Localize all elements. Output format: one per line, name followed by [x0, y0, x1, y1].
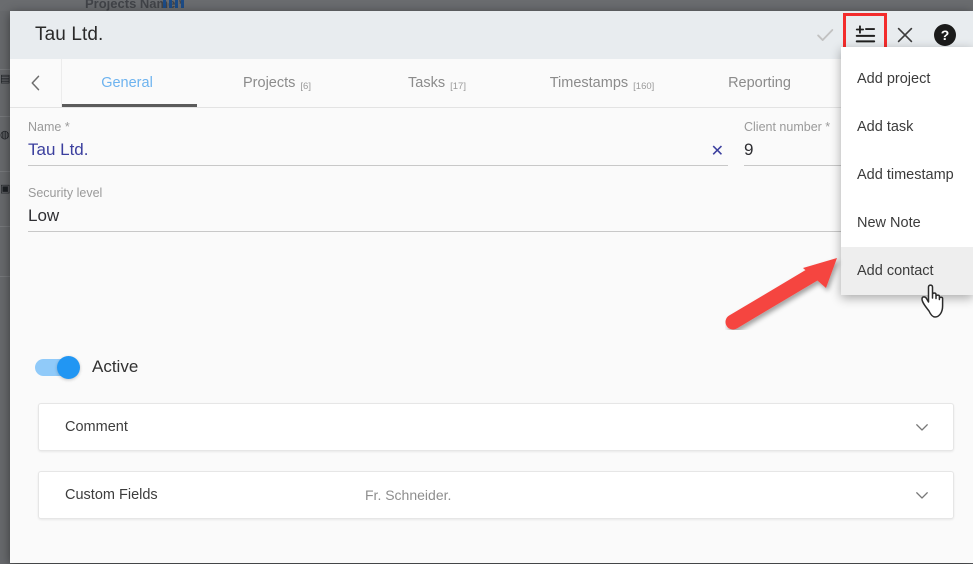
field-security-level-row[interactable]: Low: [28, 206, 934, 232]
panel-custom-fields-title: Custom Fields: [65, 487, 365, 503]
field-security-level-label: Security level: [28, 186, 934, 200]
background-bar-4: [181, 0, 184, 8]
background-sidebar-rail: ▤ ◍ ▣: [0, 11, 10, 564]
tab-label: General: [101, 75, 153, 91]
screen: Projects Name * ▤ ◍ ▣ Tau Ltd.: [0, 0, 973, 564]
panel-comment-title: Comment: [65, 419, 365, 435]
field-name: Name * Tau Ltd. ✕: [28, 120, 728, 166]
background-topbar: Projects Name *: [0, 0, 973, 11]
entity-detail-dialog: Tau Ltd.: [10, 11, 973, 563]
clear-name-icon[interactable]: ✕: [707, 144, 728, 160]
tab-count: [6]: [300, 81, 311, 92]
menu-item-label: Add task: [857, 119, 913, 135]
dialog-header: Tau Ltd.: [10, 11, 973, 59]
field-name-row[interactable]: Tau Ltd. ✕: [28, 140, 728, 166]
tab-tasks[interactable]: Tasks [17]: [357, 59, 517, 107]
confirm-button[interactable]: [805, 15, 845, 55]
security-level-input[interactable]: Low: [28, 206, 934, 226]
tab-label: Timestamps: [550, 75, 628, 91]
background-bar-3: [175, 0, 178, 8]
active-toggle[interactable]: [35, 359, 79, 376]
active-toggle-row: Active: [35, 357, 138, 377]
form-body: Name * Tau Ltd. ✕ Client number * 9 Secu…: [10, 108, 973, 563]
tab-label: Reporting: [728, 75, 791, 91]
page-title: Tau Ltd.: [35, 24, 103, 46]
panel-comment[interactable]: Comment: [38, 403, 954, 451]
back-button[interactable]: [10, 59, 62, 107]
tab-projects[interactable]: Projects [6]: [197, 59, 357, 107]
add-list-icon: [854, 24, 876, 46]
chevron-down-icon[interactable]: [913, 418, 931, 436]
background-bar-2: [169, 0, 172, 8]
tab-count: [160]: [633, 81, 654, 92]
background-rail-icon-1: ▤: [0, 73, 10, 85]
menu-item-label: Add timestamp: [857, 167, 954, 183]
menu-item-label: Add project: [857, 71, 930, 87]
close-icon: [894, 24, 916, 46]
menu-item-new-note[interactable]: New Note: [841, 199, 973, 247]
menu-item-add-project[interactable]: Add project: [841, 55, 973, 103]
toggle-knob: [57, 356, 80, 379]
menu-item-add-contact[interactable]: Add contact: [841, 247, 973, 295]
tab-list: General Projects [6] Tasks [17] Timestam…: [62, 59, 837, 107]
tab-general[interactable]: General: [62, 59, 197, 107]
name-input[interactable]: Tau Ltd.: [28, 140, 707, 160]
chevron-left-icon: [26, 73, 46, 93]
menu-item-add-task[interactable]: Add task: [841, 103, 973, 151]
tab-label: Projects: [243, 75, 295, 91]
background-rail-icon-2: ◍: [0, 129, 10, 141]
svg-text:?: ?: [941, 27, 950, 43]
background-rail-icon-3: ▣: [0, 183, 10, 195]
check-icon: [814, 24, 836, 46]
background-bar-1: [163, 0, 166, 8]
chevron-down-icon[interactable]: [913, 486, 931, 504]
tab-timestamps[interactable]: Timestamps [160]: [517, 59, 687, 107]
panel-custom-fields-subtitle: Fr. Schneider.: [365, 487, 451, 503]
tab-count: [17]: [450, 81, 466, 92]
menu-item-add-timestamp[interactable]: Add timestamp: [841, 151, 973, 199]
add-dropdown-menu: Add project Add task Add timestamp New N…: [841, 47, 973, 295]
active-toggle-label: Active: [92, 357, 138, 377]
menu-item-label: New Note: [857, 215, 921, 231]
field-name-label: Name *: [28, 120, 728, 134]
panel-custom-fields[interactable]: Custom Fields Fr. Schneider.: [38, 471, 954, 519]
help-icon: ?: [933, 23, 957, 47]
tab-bar: General Projects [6] Tasks [17] Timestam…: [10, 59, 973, 108]
field-security-level: Security level Low: [28, 186, 934, 232]
tab-label: Tasks: [408, 75, 445, 91]
menu-item-label: Add contact: [857, 263, 934, 279]
tab-reporting[interactable]: Reporting: [687, 59, 837, 107]
